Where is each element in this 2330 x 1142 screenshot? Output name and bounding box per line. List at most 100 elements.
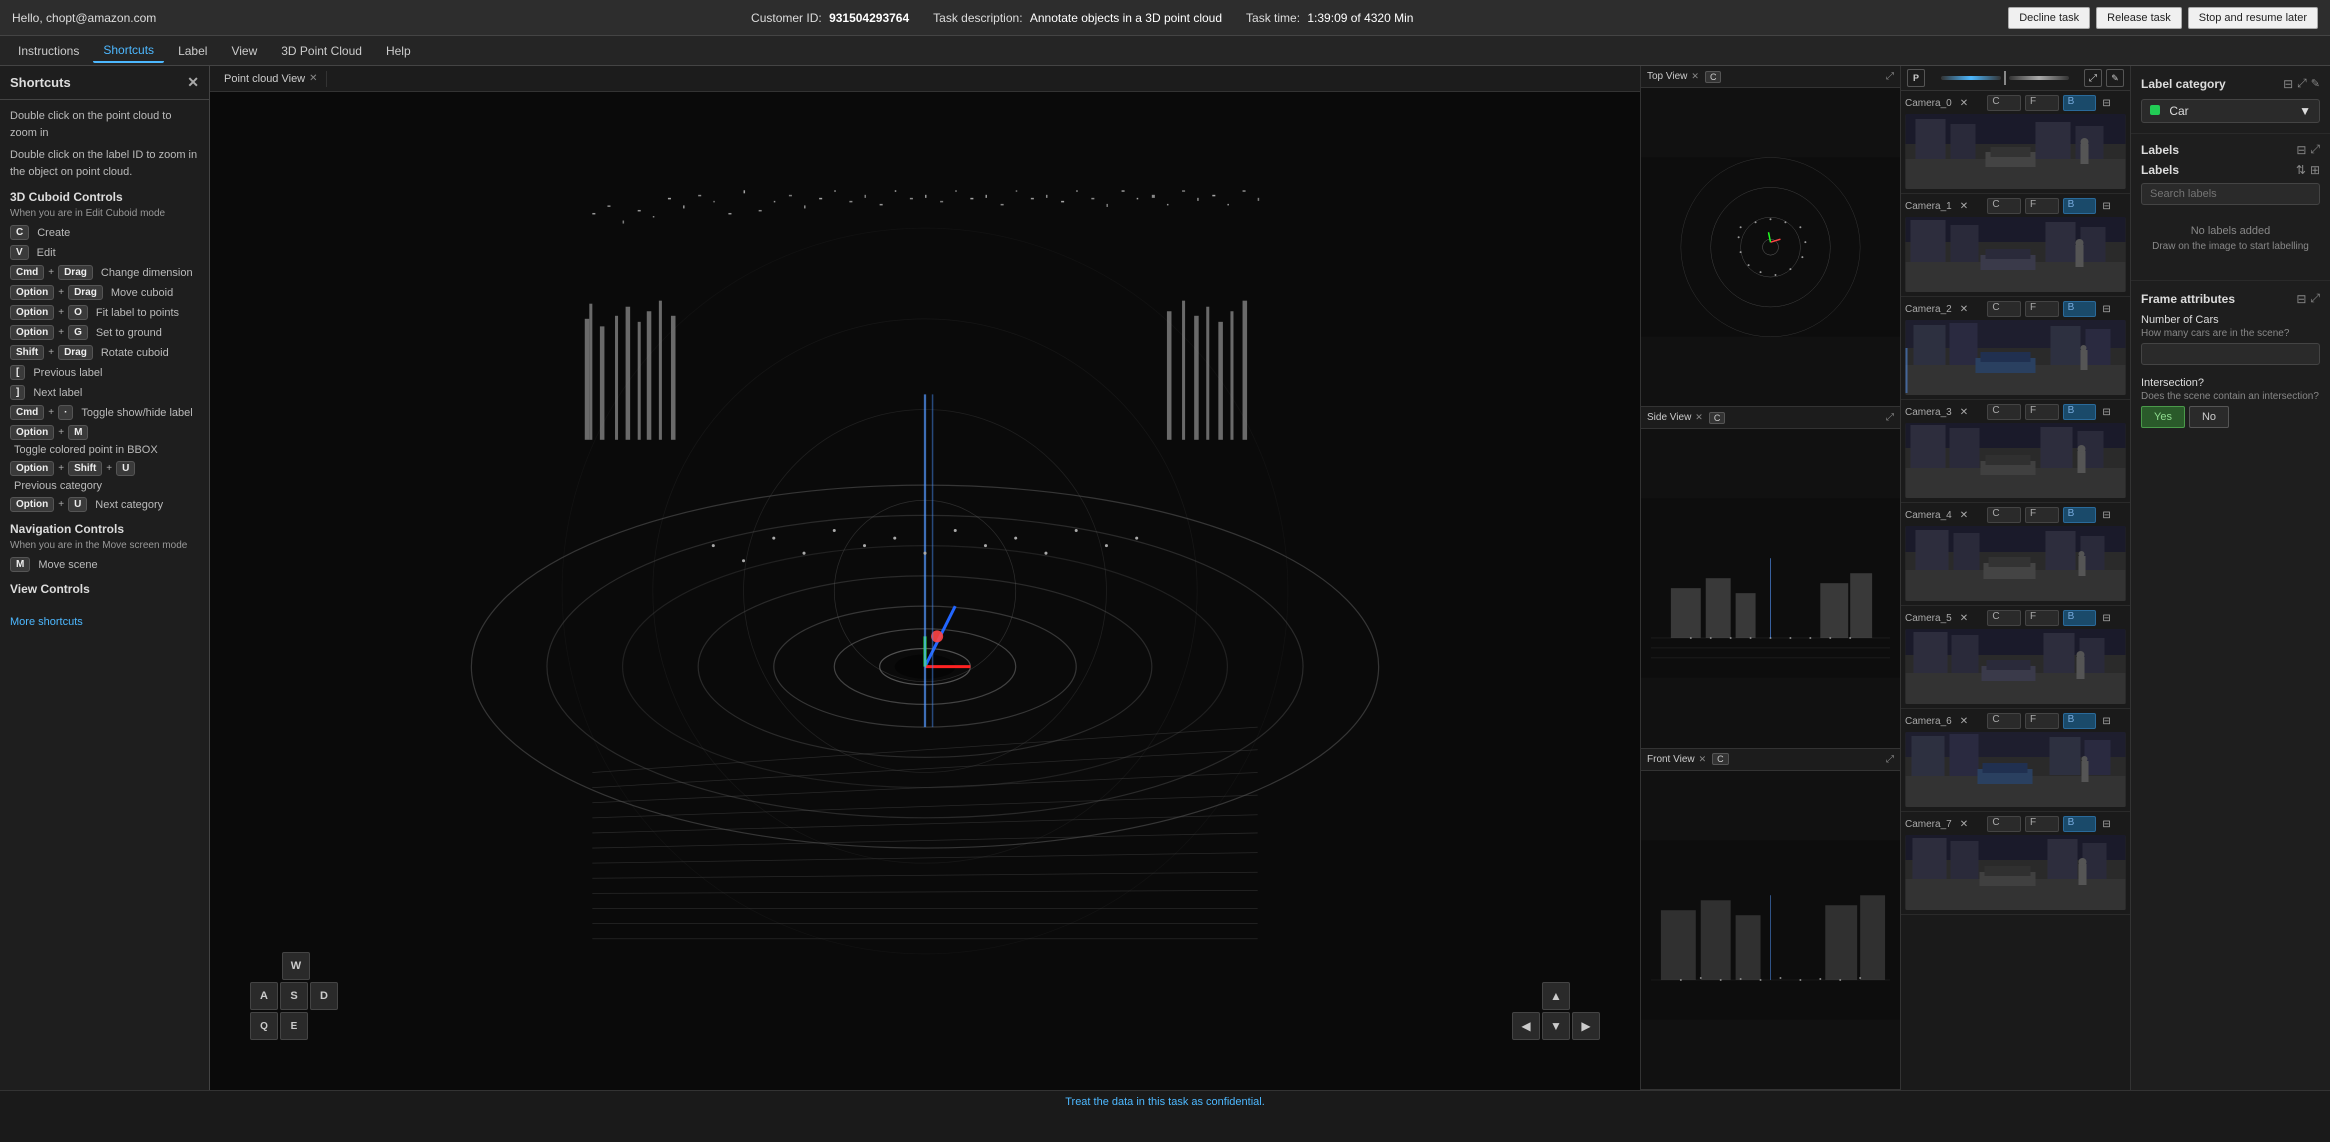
e-key-button[interactable]: E xyxy=(280,1012,308,1040)
attribute-panel: Label category ⊟ ⤢ ✎ Car ▼ xyxy=(2130,66,2330,1090)
camera-panel-expand[interactable]: ⤢ xyxy=(2084,69,2102,87)
labels-expand-button[interactable]: ⤢ xyxy=(2310,142,2320,157)
expand-top-view[interactable]: ⤢ xyxy=(1886,71,1894,82)
close-shortcuts-button[interactable]: ✕ xyxy=(187,74,199,91)
camera-3-c-button[interactable]: C xyxy=(1987,404,2021,420)
menu-label[interactable]: Label xyxy=(168,40,217,62)
w-key-button[interactable]: W xyxy=(282,952,310,980)
label-category-expand-button[interactable]: ⊟ xyxy=(2283,76,2293,91)
camera-4-f-button[interactable]: F xyxy=(2025,507,2059,523)
label-category-fullscreen-button[interactable]: ⤢ xyxy=(2297,76,2307,91)
right-arrow-button[interactable]: ▶ xyxy=(1572,1012,1600,1040)
frame-attrs-expand-button[interactable]: ⤢ xyxy=(2310,291,2320,306)
point-cloud-tab-bar: Point cloud View ✕ xyxy=(210,66,1640,92)
stop-resume-button[interactable]: Stop and resume later xyxy=(2188,7,2318,29)
release-task-button[interactable]: Release task xyxy=(2096,7,2182,29)
label-category-edit-button[interactable]: ✎ xyxy=(2311,76,2320,91)
menu-help[interactable]: Help xyxy=(376,40,421,62)
expand-camera-5[interactable]: ⊟ xyxy=(2102,613,2126,624)
point-cloud-tab[interactable]: Point cloud View ✕ xyxy=(216,71,327,87)
expand-camera-4[interactable]: ⊟ xyxy=(2102,510,2126,521)
close-camera-4[interactable]: ✕ xyxy=(1960,510,1984,521)
side-view-c-button[interactable]: C xyxy=(1709,412,1726,424)
labels-more-button[interactable]: ⊞ xyxy=(2310,163,2320,177)
labels-filter-button[interactable]: ⊟ xyxy=(2296,142,2306,157)
camera-0-b-button[interactable]: B xyxy=(2063,95,2097,111)
expand-camera-3[interactable]: ⊟ xyxy=(2102,407,2126,418)
camera-3-b-button[interactable]: B xyxy=(2063,404,2097,420)
close-camera-7[interactable]: ✕ xyxy=(1960,819,1984,830)
s-key-button[interactable]: S xyxy=(280,982,308,1010)
down-arrow-button[interactable]: ▼ xyxy=(1542,1012,1570,1040)
point-cloud-canvas[interactable]: W A S D Q E xyxy=(210,92,1640,1090)
close-point-cloud-tab[interactable]: ✕ xyxy=(309,73,317,84)
menu-3dpc[interactable]: 3D Point Cloud xyxy=(271,40,372,62)
shortcuts-header: Shortcuts ✕ xyxy=(0,66,209,100)
camera-2-c-button[interactable]: C xyxy=(1987,301,2021,317)
front-view-canvas[interactable] xyxy=(1641,771,1900,1089)
camera-3-f-button[interactable]: F xyxy=(2025,404,2059,420)
camera-1-b-button[interactable]: B xyxy=(2063,198,2097,214)
camera-5-c-button[interactable]: C xyxy=(1987,610,2021,626)
camera-7-f-button[interactable]: F xyxy=(2025,816,2059,832)
a-key-button[interactable]: A xyxy=(250,982,278,1010)
close-camera-5[interactable]: ✕ xyxy=(1960,613,1984,624)
top-view-c-button[interactable]: C xyxy=(1705,71,1722,83)
more-shortcuts-link[interactable]: More shortcuts xyxy=(0,608,209,636)
q-key-button[interactable]: Q xyxy=(250,1012,278,1040)
camera-7-b-button[interactable]: B xyxy=(2063,816,2097,832)
expand-camera-6[interactable]: ⊟ xyxy=(2102,716,2126,727)
camera-panel-edit[interactable]: ✎ xyxy=(2106,69,2124,87)
camera-1-c-button[interactable]: C xyxy=(1987,198,2021,214)
close-camera-2[interactable]: ✕ xyxy=(1960,304,1984,315)
label-category-dropdown[interactable]: Car ▼ xyxy=(2141,99,2320,123)
camera-4-c-button[interactable]: C xyxy=(1987,507,2021,523)
camera-0-c-button[interactable]: C xyxy=(1987,95,2021,111)
camera-5-b-button[interactable]: B xyxy=(2063,610,2097,626)
up-arrow-button[interactable]: ▲ xyxy=(1542,982,1570,1010)
d-key-button[interactable]: D xyxy=(310,982,338,1010)
expand-front-view[interactable]: ⤢ xyxy=(1886,754,1894,765)
camera-7-c-button[interactable]: C xyxy=(1987,816,2021,832)
decline-task-button[interactable]: Decline task xyxy=(2008,7,2090,29)
yes-button[interactable]: Yes xyxy=(2141,406,2185,428)
menu-shortcuts[interactable]: Shortcuts xyxy=(93,39,164,63)
camera-4-b-button[interactable]: B xyxy=(2063,507,2097,523)
front-view-c-button[interactable]: C xyxy=(1712,753,1729,765)
close-top-view[interactable]: ✕ xyxy=(1691,71,1699,82)
camera-5-f-button[interactable]: F xyxy=(2025,610,2059,626)
top-view-canvas[interactable] xyxy=(1641,88,1900,406)
camera-2-b-button[interactable]: B xyxy=(2063,301,2097,317)
close-camera-1[interactable]: ✕ xyxy=(1960,201,1984,212)
search-labels-input[interactable] xyxy=(2141,183,2320,205)
labels-sort-button[interactable]: ⇅ xyxy=(2296,163,2306,177)
camera-6-f-button[interactable]: F xyxy=(2025,713,2059,729)
camera-1-f-button[interactable]: F xyxy=(2025,198,2059,214)
num-cars-input[interactable] xyxy=(2141,343,2320,365)
camera-0-f-button[interactable]: F xyxy=(2025,95,2059,111)
close-side-view[interactable]: ✕ xyxy=(1695,412,1703,423)
camera-2-f-button[interactable]: F xyxy=(2025,301,2059,317)
side-view-canvas[interactable] xyxy=(1641,429,1900,747)
expand-camera-7[interactable]: ⊟ xyxy=(2102,819,2126,830)
close-camera-0[interactable]: ✕ xyxy=(1960,98,1984,109)
shortcut-option-g: Option + G Set to ground xyxy=(10,325,199,340)
no-button[interactable]: No xyxy=(2189,406,2229,428)
camera-6-b-button[interactable]: B xyxy=(2063,713,2097,729)
close-camera-3[interactable]: ✕ xyxy=(1960,407,1984,418)
left-arrow-button[interactable]: ◀ xyxy=(1512,1012,1540,1040)
close-camera-6[interactable]: ✕ xyxy=(1960,716,1984,727)
menu-view[interactable]: View xyxy=(221,40,267,62)
point-cloud-view[interactable]: Point cloud View ✕ xyxy=(210,66,1640,1090)
expand-camera-2[interactable]: ⊟ xyxy=(2102,304,2126,315)
expand-camera-1[interactable]: ⊟ xyxy=(2102,201,2126,212)
camera-6-c-button[interactable]: C xyxy=(1987,713,2021,729)
frame-attributes-section: Frame attributes ⊟ ⤢ Number of Cars How … xyxy=(2131,281,2330,450)
close-front-view[interactable]: ✕ xyxy=(1699,754,1707,765)
menu-instructions[interactable]: Instructions xyxy=(8,40,89,62)
expand-side-view[interactable]: ⤢ xyxy=(1886,412,1894,423)
camera-panel-icon-p[interactable]: P xyxy=(1907,69,1925,87)
expand-camera-0[interactable]: ⊟ xyxy=(2102,98,2126,109)
task-description: Task description: Annotate objects in a … xyxy=(933,11,1222,25)
frame-attrs-collapse-button[interactable]: ⊟ xyxy=(2296,291,2306,306)
